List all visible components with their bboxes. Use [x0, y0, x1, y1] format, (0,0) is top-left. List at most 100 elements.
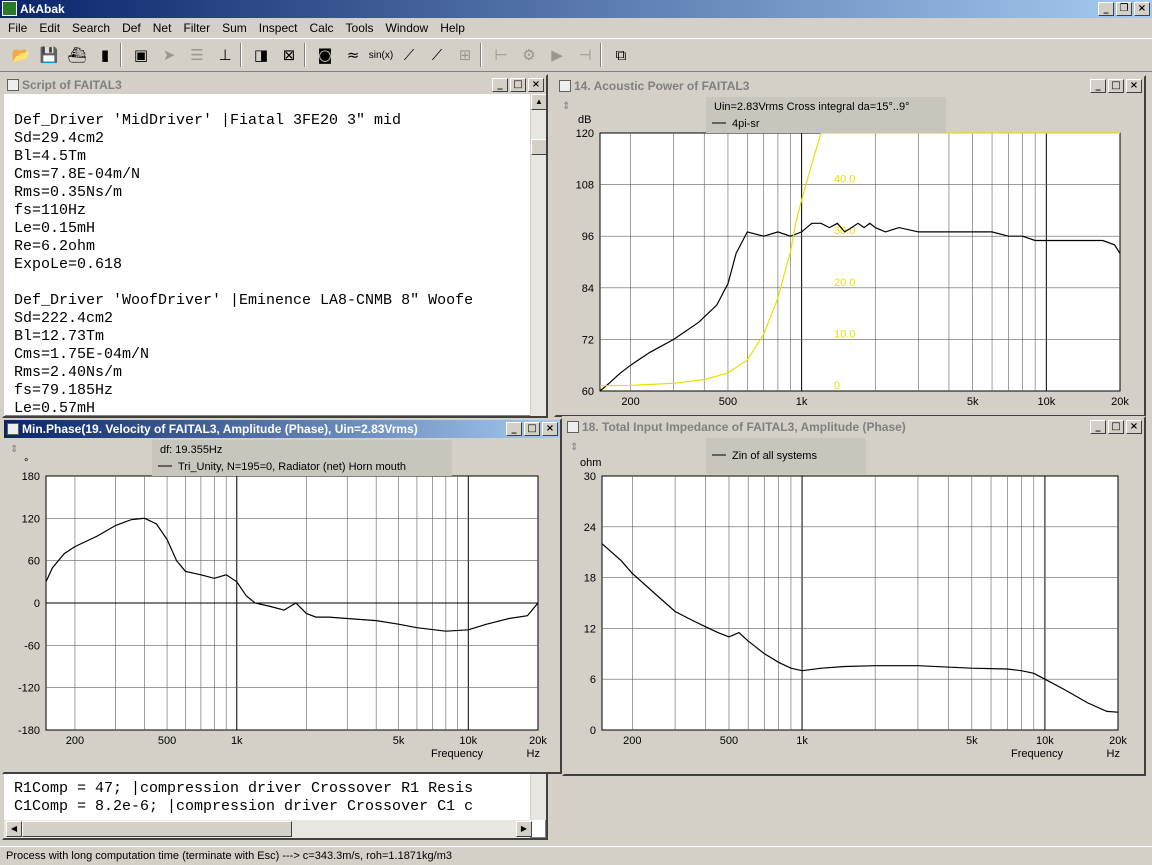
menu-search[interactable]: Search [66, 18, 116, 38]
pointer-icon[interactable]: ➤ [156, 42, 182, 68]
script-maximize-button[interactable]: □ [510, 78, 526, 92]
menu-filter[interactable]: Filter [177, 18, 216, 38]
impedance-chart[interactable]: 0 6 12 18 24 30 200 500 1k 5k 10k 20k ohm Frequency Hz… [564, 436, 1144, 774]
curve-cursor-icon[interactable]: ⟋ [396, 42, 422, 68]
graph-axes-icon[interactable]: ⊥ [212, 42, 238, 68]
split-icon[interactable]: ⊢ [488, 42, 514, 68]
scroll-up-arrow-icon[interactable]: ▲ [531, 94, 546, 110]
impedance-maximize-button[interactable]: □ [1108, 420, 1124, 434]
impedance-close-button[interactable]: × [1126, 420, 1142, 434]
script-close-button[interactable]: × [528, 78, 544, 92]
copy-document-icon[interactable]: ▣ [128, 42, 154, 68]
resize-arrows-icon: ⇕ [570, 442, 578, 453]
play-icon[interactable]: ▶ [544, 42, 570, 68]
acoustic-close-button[interactable]: × [1126, 79, 1142, 93]
chart-window-icon [567, 421, 579, 433]
script-line: fs=110Hz [14, 202, 87, 219]
velocity-phase-titlebar[interactable]: Min.Phase(19. Velocity of FAITAL3, Ampli… [4, 420, 560, 438]
loudspeaker-box-icon[interactable]: ◙ [312, 42, 338, 68]
x-tick-label: 10k [1036, 735, 1054, 747]
impedance-window[interactable]: 18. Total Input Impedance of FAITAL3, Am… [562, 416, 1146, 776]
close-button[interactable]: × [1134, 2, 1150, 16]
impedance-titlebar[interactable]: 18. Total Input Impedance of FAITAL3, Am… [564, 418, 1144, 436]
acoustic-maximize-button[interactable]: □ [1108, 79, 1124, 93]
menu-calc[interactable]: Calc [304, 18, 340, 38]
h-scroll-thumb[interactable] [22, 821, 292, 837]
script-window[interactable]: Script of FAITAL3 _ □ × Def_Driver 'MidD… [2, 74, 548, 418]
menu-inspect[interactable]: Inspect [253, 18, 304, 38]
legend-entry: Zin of all systems [732, 450, 817, 462]
script-editor-lower[interactable]: R1Comp = 47; |compression driver Crossov… [4, 776, 530, 820]
velocity-phase-chart[interactable]: -180 -120 -60 0 60 120 180 200 500 1k 5k 10k 20k ° Fre… [4, 438, 560, 772]
velocity-maximize-button[interactable]: □ [524, 422, 540, 436]
velocity-phase-title: Min.Phase(19. Velocity of FAITAL3, Ampli… [22, 422, 418, 436]
ship-icon[interactable]: ⛴ [64, 42, 90, 68]
open-folder-icon[interactable]: 📂 [8, 42, 34, 68]
script-line: Def_Driver 'WoofDriver' |Eminence LA8-CN… [14, 292, 474, 309]
speaker-cross-icon[interactable]: ⊠ [276, 42, 302, 68]
curve-cursor-green-icon[interactable]: ⟋ [424, 42, 450, 68]
filter-icon[interactable]: ≈ [340, 42, 366, 68]
script-line: ExpoLe=0.618 [14, 256, 123, 273]
restore-button[interactable]: ❐ [1116, 2, 1132, 16]
y-tick-label: 96 [582, 231, 594, 243]
menu-file[interactable]: File [2, 18, 33, 38]
acoustic-power-titlebar[interactable]: 14. Acoustic Power of FAITAL3 _ □ × [556, 77, 1144, 95]
scroll-right-arrow-icon[interactable]: ▶ [516, 821, 532, 837]
menu-tools[interactable]: Tools [340, 18, 380, 38]
y-tick-label: -180 [18, 725, 40, 737]
plot-area [601, 475, 1119, 731]
menu-help[interactable]: Help [434, 18, 471, 38]
script-editor[interactable]: Def_Driver 'MidDriver' |Fiatal 3FE20 3" … [4, 94, 530, 416]
velocity-phase-window[interactable]: Min.Phase(19. Velocity of FAITAL3, Ampli… [2, 418, 562, 774]
resize-arrows-icon: ⇕ [562, 101, 570, 112]
x-tick-label: 500 [720, 735, 738, 747]
script-lower-vertical-scrollbar[interactable] [530, 770, 546, 820]
x-axis-unit: Hz [527, 748, 540, 760]
menu-edit[interactable]: Edit [33, 18, 66, 38]
right-axis-label: 20.0 [834, 277, 855, 289]
speaker-icon[interactable]: ◨ [248, 42, 274, 68]
list-icon[interactable]: ☰ [184, 42, 210, 68]
x-axis-label: Frequency [431, 748, 483, 760]
acoustic-power-chart[interactable]: 60 72 84 96 108 120 200 500 1k 5k 10k 20k dB 0 10.0 20.… [556, 95, 1144, 415]
y-tick-label: 180 [22, 471, 40, 483]
y-tick-label: 60 [28, 556, 40, 568]
velocity-minimize-button[interactable]: _ [506, 422, 522, 436]
sin-function-icon[interactable]: sin(x) [368, 42, 394, 68]
script-horizontal-scrollbar[interactable]: ◀ ▶ [4, 820, 532, 838]
impedance-minimize-button[interactable]: _ [1090, 420, 1106, 434]
script-window-titlebar[interactable]: Script of FAITAL3 _ □ × [4, 76, 546, 94]
script-line: Bl=4.5Tm [14, 148, 87, 165]
script-line: R1Comp = 47; |compression driver Crossov… [14, 780, 474, 797]
gear-icon[interactable]: ⚙ [516, 42, 542, 68]
acoustic-power-window[interactable]: 14. Acoustic Power of FAITAL3 _ □ × 60 72… [554, 75, 1146, 417]
y-tick-label: 18 [584, 573, 596, 585]
menu-sum[interactable]: Sum [216, 18, 253, 38]
toolbar-separator [600, 43, 602, 67]
lines-icon[interactable]: ⊣ [572, 42, 598, 68]
bar-chart-icon[interactable]: ▮ [92, 42, 118, 68]
chart-tile-icon[interactable]: ⧉ [608, 42, 634, 68]
minimize-button[interactable]: _ [1098, 2, 1114, 16]
menu-def[interactable]: Def [116, 18, 147, 38]
script-vertical-scrollbar[interactable]: ▲ [530, 94, 546, 416]
menu-net[interactable]: Net [147, 18, 178, 38]
script-line: Def_Driver 'MidDriver' |Fiatal 3FE20 3" … [14, 112, 402, 129]
impedance-title: 18. Total Input Impedance of FAITAL3, Am… [582, 420, 906, 434]
app-titlebar: AkAbak _ ❐ × [0, 0, 1152, 18]
acoustic-minimize-button[interactable]: _ [1090, 79, 1106, 93]
y-axis-label: ° [24, 457, 28, 469]
curve-grid-icon[interactable]: ⊞ [452, 42, 478, 68]
menu-window[interactable]: Window [380, 18, 435, 38]
y-axis-label: dB [578, 114, 591, 126]
scroll-thumb[interactable] [531, 139, 546, 155]
scroll-left-arrow-icon[interactable]: ◀ [6, 821, 22, 837]
script-minimize-button[interactable]: _ [492, 78, 508, 92]
velocity-close-button[interactable]: × [542, 422, 558, 436]
x-tick-label: 1k [796, 396, 808, 408]
script-window-lower[interactable]: R1Comp = 47; |compression driver Crossov… [2, 770, 548, 840]
script-line: Cms=7.8E-04m/N [14, 166, 141, 183]
y-tick-label: 0 [34, 598, 40, 610]
save-disk-icon[interactable]: 💾 [36, 42, 62, 68]
